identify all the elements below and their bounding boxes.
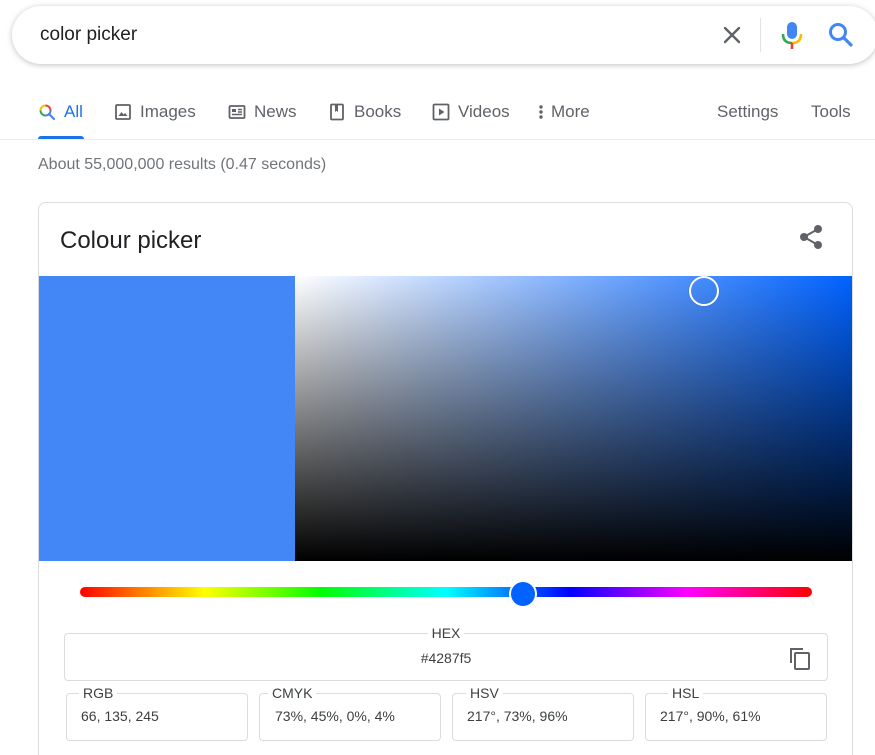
book-icon xyxy=(328,103,346,121)
saturation-value-handle[interactable] xyxy=(689,276,719,306)
tab-label: Images xyxy=(140,102,196,121)
search-icon[interactable] xyxy=(827,21,855,49)
hsl-label: HSL xyxy=(668,685,704,701)
copy-icon[interactable] xyxy=(787,645,813,671)
search-icon xyxy=(38,103,56,121)
hex-field[interactable]: HEX #4287f5 xyxy=(64,625,828,681)
card-title: Colour picker xyxy=(60,227,202,254)
search-input[interactable]: color picker xyxy=(40,24,137,46)
result-stats: About 55,000,000 results (0.47 seconds) xyxy=(38,156,327,173)
settings-link[interactable]: Settings xyxy=(717,100,778,124)
tab-label: News xyxy=(254,102,297,121)
hex-label: HEX xyxy=(427,625,465,641)
tab-label: Books xyxy=(354,102,402,121)
cmyk-value[interactable]: 73%, 45%, 0%, 4% xyxy=(275,708,395,724)
rgb-label: RGB xyxy=(79,685,118,701)
tab-label: More xyxy=(551,102,590,121)
tools-link[interactable]: Tools xyxy=(811,100,851,124)
rgb-value[interactable]: 66, 135, 245 xyxy=(81,708,159,724)
tab-news[interactable]: News xyxy=(228,100,297,124)
share-icon[interactable] xyxy=(795,221,827,253)
hsv-value[interactable]: 217°, 73%, 96% xyxy=(467,708,568,724)
news-icon xyxy=(228,103,246,121)
tab-label: Videos xyxy=(458,102,510,121)
microphone-icon[interactable] xyxy=(780,20,804,50)
tab-images[interactable]: Images xyxy=(114,100,196,124)
more-vert-icon xyxy=(537,103,545,121)
hsl-field[interactable]: HSL 217°, 90%, 61% xyxy=(645,685,827,741)
hsv-label: HSV xyxy=(466,685,503,701)
search-divider xyxy=(760,18,761,52)
cmyk-label: CMYK xyxy=(268,685,317,701)
rgb-field[interactable]: RGB 66, 135, 245 xyxy=(66,685,248,741)
tab-all[interactable]: All xyxy=(38,100,83,124)
tab-label: All xyxy=(64,102,83,121)
saturation-value-area[interactable] xyxy=(295,276,852,561)
hex-value[interactable]: #4287f5 xyxy=(65,650,827,666)
hsv-field[interactable]: HSV 217°, 73%, 96% xyxy=(452,685,634,741)
hsl-value[interactable]: 217°, 90%, 61% xyxy=(660,708,761,724)
tab-videos[interactable]: Videos xyxy=(432,100,510,124)
tab-more[interactable]: More xyxy=(537,100,590,124)
play-icon xyxy=(432,103,450,121)
hue-slider[interactable] xyxy=(80,587,812,597)
active-tab-indicator xyxy=(38,136,84,139)
selected-color-swatch xyxy=(39,276,295,561)
close-icon[interactable] xyxy=(720,23,744,47)
hue-slider-handle[interactable] xyxy=(509,580,537,608)
color-picker-card: Colour picker HEX #4287f5 RGB 66, 135, 2… xyxy=(38,202,853,755)
image-icon xyxy=(114,103,132,121)
cmyk-field[interactable]: CMYK 73%, 45%, 0%, 4% xyxy=(259,685,441,741)
tab-books[interactable]: Books xyxy=(328,100,401,124)
search-tabs: All Images News Books Videos More Settin… xyxy=(0,96,875,140)
search-bar: color picker xyxy=(12,6,875,64)
